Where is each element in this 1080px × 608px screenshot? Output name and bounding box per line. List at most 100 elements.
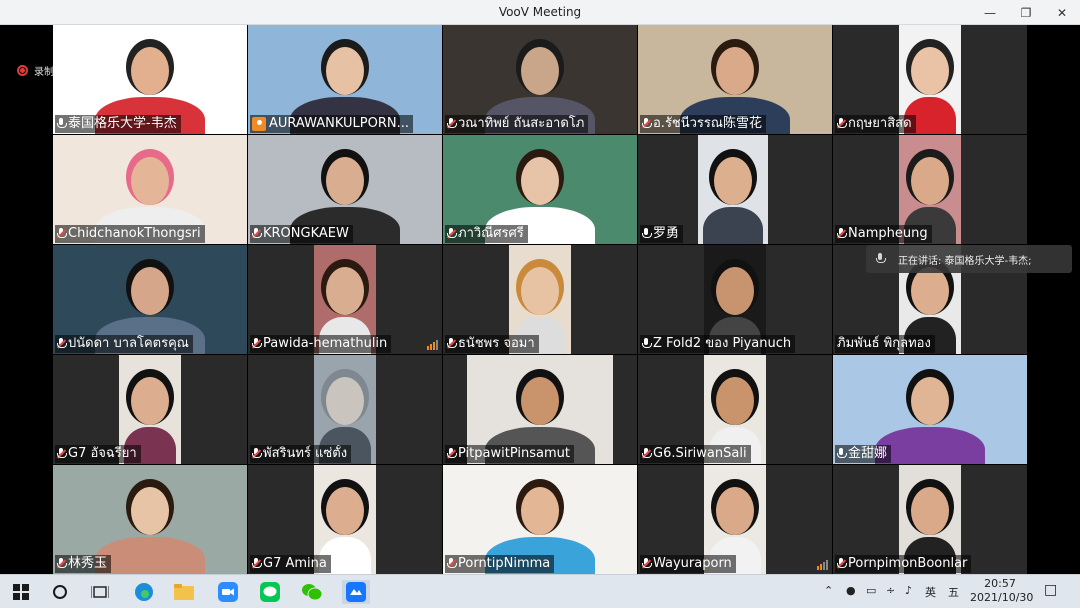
- participant-label: Nampheung: [835, 225, 932, 243]
- participant-tile[interactable]: ปนัดดา บาลโคตรคุณ: [53, 245, 247, 354]
- participant-tile[interactable]: PornpimonBoonlar: [833, 465, 1027, 574]
- participant-tile[interactable]: 林秀玉: [53, 465, 247, 574]
- participant-tile[interactable]: วณาทิพย์ ถันสะอาดโภ: [443, 25, 637, 134]
- participant-body: [875, 427, 985, 464]
- participant-face: [521, 157, 559, 205]
- participant-name: G7 Amina: [263, 556, 327, 571]
- participant-label: ภิมพันธ์ พิกุลทอง: [835, 335, 935, 353]
- participant-tile[interactable]: 金甜娜: [833, 355, 1027, 464]
- participant-label: AURAWANKULPORN...: [250, 115, 414, 133]
- wechat-taskbar-button[interactable]: [300, 580, 324, 604]
- line-taskbar-button[interactable]: [258, 580, 282, 604]
- participant-label: 泰国格乐大学-韦杰: [55, 115, 181, 133]
- search-button[interactable]: [48, 580, 72, 604]
- maximize-button[interactable]: ❐: [1008, 0, 1044, 25]
- start-button[interactable]: [9, 580, 33, 604]
- participant-tile[interactable]: Nampheung: [833, 135, 1027, 244]
- participant-name: 金甜娜: [848, 446, 888, 461]
- audio-level-icon: [817, 560, 828, 570]
- participant-label: กฤษยาสิสด: [835, 115, 916, 133]
- participant-label: PornpimonBoonlar: [835, 555, 972, 573]
- participant-face: [521, 377, 559, 425]
- participant-face: [326, 487, 364, 535]
- participant-tile[interactable]: KRONGKAEW: [248, 135, 442, 244]
- zoom-taskbar-button[interactable]: [216, 580, 240, 604]
- participant-face: [911, 487, 949, 535]
- participant-tile[interactable]: 泰国格乐大学-韦杰: [53, 25, 247, 134]
- mic-muted-icon: [641, 448, 652, 460]
- participant-tile[interactable]: พัสรินทร์ แซ่ตั้ง: [248, 355, 442, 464]
- minimize-button[interactable]: —: [972, 0, 1008, 25]
- participant-label: วณาทิพย์ ถันสะอาดโภ: [445, 115, 589, 133]
- participant-name: 泰国格乐大学-韦杰: [68, 116, 177, 131]
- notification-center-icon[interactable]: □: [1044, 582, 1057, 598]
- participant-name: PornpimonBoonlar: [848, 556, 968, 571]
- participant-name: Z Fold2 ของ Piyanuch: [653, 336, 792, 351]
- close-button[interactable]: ✕: [1044, 0, 1080, 25]
- participant-body: [703, 207, 763, 244]
- participant-name: PitpawitPinsamut: [458, 446, 570, 461]
- participant-tile[interactable]: G7 Amina: [248, 465, 442, 574]
- participant-tile[interactable]: 罗勇: [638, 135, 832, 244]
- participant-face: [911, 47, 949, 95]
- wifi-tray-icon[interactable]: ∻: [886, 584, 895, 597]
- voov-taskbar-button[interactable]: [342, 580, 370, 604]
- participant-tile[interactable]: กฤษยาสิสด: [833, 25, 1027, 134]
- speaker-mic-icon: [876, 253, 886, 265]
- mic-muted-icon: [56, 448, 67, 460]
- participant-label: 金甜娜: [835, 445, 892, 463]
- participant-label: PorntipNimma: [445, 555, 555, 573]
- mic-muted-icon: [251, 228, 262, 240]
- participant-face: [911, 267, 949, 315]
- participant-face: [911, 377, 949, 425]
- participant-face: [326, 157, 364, 205]
- edge-taskbar-button[interactable]: [132, 580, 156, 604]
- battery-tray-icon[interactable]: ▭: [866, 584, 876, 597]
- system-clock[interactable]: 20:57 2021/10/30: [970, 577, 1033, 605]
- clock-time: 20:57: [984, 577, 1016, 590]
- mic-icon: [57, 118, 67, 130]
- participant-face: [326, 47, 364, 95]
- participant-body: [95, 537, 205, 574]
- participant-tile[interactable]: ChidchanokThongsri: [53, 135, 247, 244]
- participant-tile[interactable]: อ.รัชนีวรรณ陈雪花: [638, 25, 832, 134]
- participant-tile[interactable]: Z Fold2 ของ Piyanuch: [638, 245, 832, 354]
- mic-muted-icon: [446, 338, 457, 350]
- line-app-icon: [260, 582, 280, 602]
- participant-tile[interactable]: G6.SiriwanSali: [638, 355, 832, 464]
- participant-face: [131, 157, 169, 205]
- mic-muted-icon: [251, 448, 262, 460]
- task-view-button[interactable]: [88, 580, 112, 604]
- participant-label: 林秀玉: [55, 555, 112, 573]
- audio-level-icon: [427, 340, 438, 350]
- participant-name: Pawida-hemathulin: [263, 336, 388, 351]
- minimize-icon: —: [984, 5, 996, 20]
- participant-tile[interactable]: ธนัชพร จอมา: [443, 245, 637, 354]
- participant-tile[interactable]: PorntipNimma: [443, 465, 637, 574]
- participant-label: ChidchanokThongsri: [55, 225, 205, 243]
- folder-icon: [174, 584, 194, 600]
- volume-tray-icon[interactable]: ♪: [905, 584, 912, 597]
- mic-muted-icon: [641, 118, 652, 130]
- input-language-indicator[interactable]: 英: [925, 584, 936, 600]
- participant-tile[interactable]: G7 อัจฉรียา: [53, 355, 247, 464]
- explorer-taskbar-button[interactable]: [172, 580, 196, 604]
- participant-label: G7 อัจฉรียา: [55, 445, 141, 463]
- participant-face: [521, 267, 559, 315]
- participant-tile[interactable]: PitpawitPinsamut: [443, 355, 637, 464]
- mic-muted-icon: [836, 228, 847, 240]
- participant-tile[interactable]: AURAWANKULPORN...: [248, 25, 442, 134]
- input-method-indicator[interactable]: 五: [948, 584, 959, 600]
- participant-tile[interactable]: Wayuraporn: [638, 465, 832, 574]
- participant-tile[interactable]: Pawida-hemathulin: [248, 245, 442, 354]
- mic-muted-icon: [446, 448, 457, 460]
- participant-face: [911, 157, 949, 205]
- mic-muted-icon: [56, 558, 67, 570]
- title-bar: VooV Meeting — ❐ ✕: [0, 0, 1080, 25]
- participant-name: AURAWANKULPORN...: [269, 116, 410, 131]
- participant-label: ธนัชพร จอมา: [445, 335, 539, 353]
- microphone-tray-icon[interactable]: ●: [846, 584, 856, 597]
- participant-tile[interactable]: ภาวิณีศรศรี: [443, 135, 637, 244]
- show-hidden-icons-button[interactable]: ⌃: [824, 584, 833, 597]
- mic-muted-icon: [56, 338, 67, 350]
